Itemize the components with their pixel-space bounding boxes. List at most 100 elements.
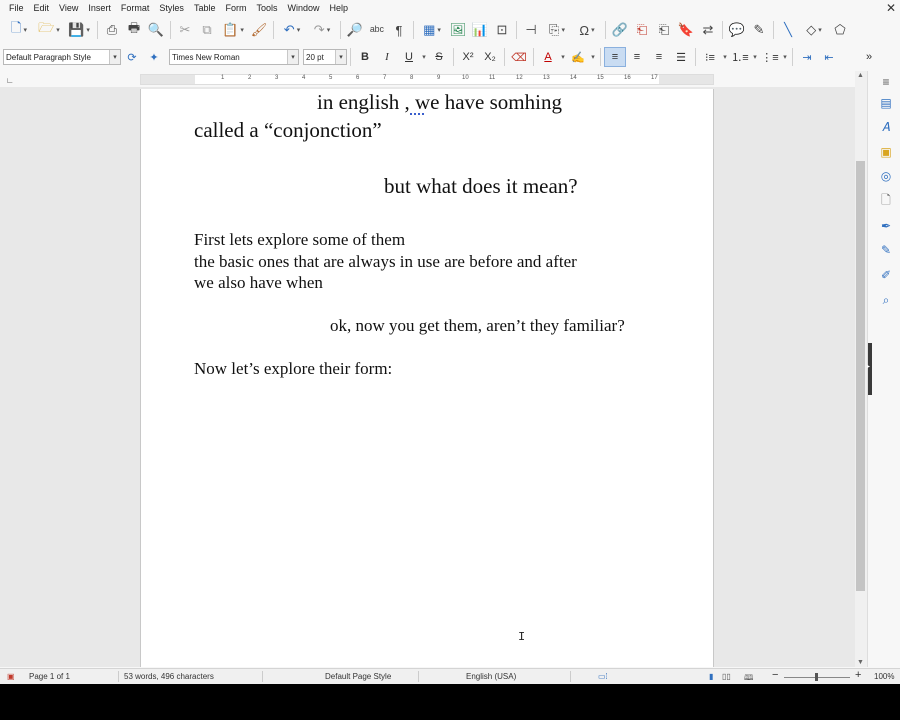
ordered-list-icon[interactable]: ⒈≡ xyxy=(729,47,751,67)
menu-styles[interactable]: Styles xyxy=(154,0,189,16)
zoom-level[interactable]: 100% xyxy=(874,672,894,681)
font-size-select[interactable]: 20 pt ▾ xyxy=(303,49,347,65)
menu-window[interactable]: Window xyxy=(282,0,324,16)
sidebar-menu-icon[interactable]: ≡ xyxy=(878,74,894,90)
export-pdf-icon[interactable]: ⎙ xyxy=(101,19,123,41)
paragraph-style-select[interactable]: Default Paragraph Style ▾ xyxy=(3,49,121,65)
insert-footnote-icon[interactable]: ⎗ xyxy=(631,19,653,41)
vertical-scrollbar[interactable]: ▲ ▼ xyxy=(855,71,867,667)
strikethrough-button[interactable]: S xyxy=(428,47,450,67)
italic-button[interactable]: I xyxy=(376,47,398,67)
document-line[interactable]: but what does it mean? xyxy=(384,174,578,199)
redo-icon[interactable]: ↷ xyxy=(307,19,337,41)
chevron-down-icon[interactable]: ▾ xyxy=(420,47,428,67)
document-line[interactable]: ok, now you get them, aren’t they famili… xyxy=(330,316,625,336)
chevron-down-icon[interactable]: ▾ xyxy=(589,47,597,67)
print-preview-icon[interactable]: 🔍 xyxy=(145,19,167,41)
menu-tools[interactable]: Tools xyxy=(251,0,282,16)
single-page-view-icon[interactable]: ▮ xyxy=(709,672,713,681)
font-name-select[interactable]: Times New Roman ▾ xyxy=(169,49,299,65)
chevron-down-icon[interactable]: ▾ xyxy=(559,47,567,67)
chevron-down-icon[interactable]: ▾ xyxy=(287,50,298,64)
document-modified-icon[interactable]: ▣ xyxy=(7,672,15,681)
insert-textbox-icon[interactable]: ⊡ xyxy=(491,19,513,41)
insert-hyperlink-icon[interactable]: 🔗 xyxy=(609,19,631,41)
align-center-button[interactable]: ≡ xyxy=(626,47,648,67)
align-left-button[interactable]: ≡ xyxy=(604,47,626,67)
document-line[interactable]: we also have when xyxy=(194,273,323,293)
zoom-slider-knob[interactable] xyxy=(815,673,818,681)
increase-indent-icon[interactable]: ⇥ xyxy=(796,47,818,67)
menu-format[interactable]: Format xyxy=(116,0,155,16)
document-line[interactable]: called a “conjonction” xyxy=(194,118,382,143)
properties-icon[interactable]: ▤ xyxy=(878,95,894,111)
draw-functions-icon[interactable]: ⬠ xyxy=(829,19,851,41)
page-icon[interactable]: 🗋 xyxy=(878,193,894,209)
menu-edit[interactable]: Edit xyxy=(29,0,55,16)
chevron-down-icon[interactable]: ▾ xyxy=(109,50,120,64)
horizontal-ruler[interactable]: 1 2 3 4 5 6 7 8 9 10 11 12 13 14 15 16 1… xyxy=(140,74,714,85)
document-line[interactable]: First lets explore some of them xyxy=(194,230,405,250)
align-right-button[interactable]: ≡ xyxy=(648,47,670,67)
new-style-icon[interactable]: ✦ xyxy=(143,47,165,67)
navigator-icon[interactable]: ◎ xyxy=(878,168,894,184)
document-line[interactable]: in english , we have somhing xyxy=(317,90,562,115)
close-document-icon[interactable]: ✕ xyxy=(886,0,896,16)
bold-button[interactable]: B xyxy=(354,47,376,67)
chevron-down-icon[interactable]: ▾ xyxy=(721,47,729,67)
gallery-icon[interactable]: ▣ xyxy=(878,144,894,160)
design-icon[interactable]: ✐ xyxy=(878,267,894,283)
document-page[interactable]: in english , we have somhing called a “c… xyxy=(140,89,714,667)
insert-bookmark-icon[interactable]: 🔖 xyxy=(675,19,697,41)
word-count[interactable]: 53 words, 496 characters xyxy=(124,672,214,681)
chevron-down-icon[interactable]: ▾ xyxy=(335,50,346,64)
multi-page-view-icon[interactable]: ▯▯ xyxy=(722,672,731,681)
scrollbar-thumb[interactable] xyxy=(856,161,865,591)
save-icon[interactable]: 💾 xyxy=(64,19,94,41)
track-changes-icon[interactable]: ✎ xyxy=(748,19,770,41)
basic-shapes-icon[interactable]: ◇ xyxy=(799,19,829,41)
scroll-down-icon[interactable]: ▼ xyxy=(857,659,864,666)
print-icon[interactable]: 🖶 xyxy=(123,19,145,41)
page-style[interactable]: Default Page Style xyxy=(325,672,391,681)
menu-table[interactable]: Table xyxy=(189,0,221,16)
zoom-out-icon[interactable]: − xyxy=(772,669,778,681)
font-color-icon[interactable]: A xyxy=(537,47,559,67)
spelling-icon[interactable]: ᵃᵇᶜ xyxy=(366,19,388,41)
insert-endnote-icon[interactable]: ⎗ xyxy=(653,19,675,41)
sidebar-collapse-handle[interactable] xyxy=(867,343,872,395)
document-area[interactable]: in english , we have somhing called a “c… xyxy=(0,87,856,667)
new-document-icon[interactable]: 🗋 xyxy=(4,19,34,41)
insert-chart-icon[interactable]: 📊 xyxy=(469,19,491,41)
styles-icon[interactable]: 𝐴 xyxy=(878,119,894,135)
document-line[interactable]: the basic ones that are always in use ar… xyxy=(194,252,577,272)
style-inspector-icon[interactable]: ✒ xyxy=(878,218,894,234)
superscript-button[interactable]: X² xyxy=(457,47,479,67)
copy-icon[interactable]: ⧉ xyxy=(196,19,218,41)
find-icon[interactable]: ⌕ xyxy=(878,292,894,308)
manage-changes-icon[interactable]: ✎ xyxy=(878,242,894,258)
menu-form[interactable]: Form xyxy=(220,0,251,16)
insert-image-icon[interactable]: 🖼 xyxy=(447,19,469,41)
scroll-up-icon[interactable]: ▲ xyxy=(857,72,864,79)
page-count[interactable]: Page 1 of 1 xyxy=(29,672,70,681)
menu-insert[interactable]: Insert xyxy=(83,0,116,16)
paste-icon[interactable]: 📋 xyxy=(218,19,248,41)
expand-toolbar-icon[interactable]: » xyxy=(858,47,880,67)
insert-table-icon[interactable]: ▦ xyxy=(417,19,447,41)
clear-formatting-icon[interactable]: ⌫ xyxy=(508,47,530,67)
chevron-down-icon[interactable]: ▾ xyxy=(751,47,759,67)
insert-field-icon[interactable]: ⎘ xyxy=(542,19,572,41)
unordered-list-icon[interactable]: ⁝≡ xyxy=(699,47,721,67)
cut-icon[interactable]: ✂ xyxy=(174,19,196,41)
highlight-color-icon[interactable]: ✍ xyxy=(567,47,589,67)
insert-comment-icon[interactable]: 💬 xyxy=(726,19,748,41)
clone-formatting-icon[interactable]: 🖌 xyxy=(248,19,270,41)
underline-button[interactable]: U xyxy=(398,47,420,67)
formatting-marks-icon[interactable]: ¶ xyxy=(388,19,410,41)
decrease-indent-icon[interactable]: ⇤ xyxy=(818,47,840,67)
open-folder-icon[interactable]: 🗁 xyxy=(34,19,64,41)
justify-button[interactable]: ☰ xyxy=(670,47,692,67)
subscript-button[interactable]: X₂ xyxy=(479,47,501,67)
find-replace-icon[interactable]: 🔎 xyxy=(344,19,366,41)
